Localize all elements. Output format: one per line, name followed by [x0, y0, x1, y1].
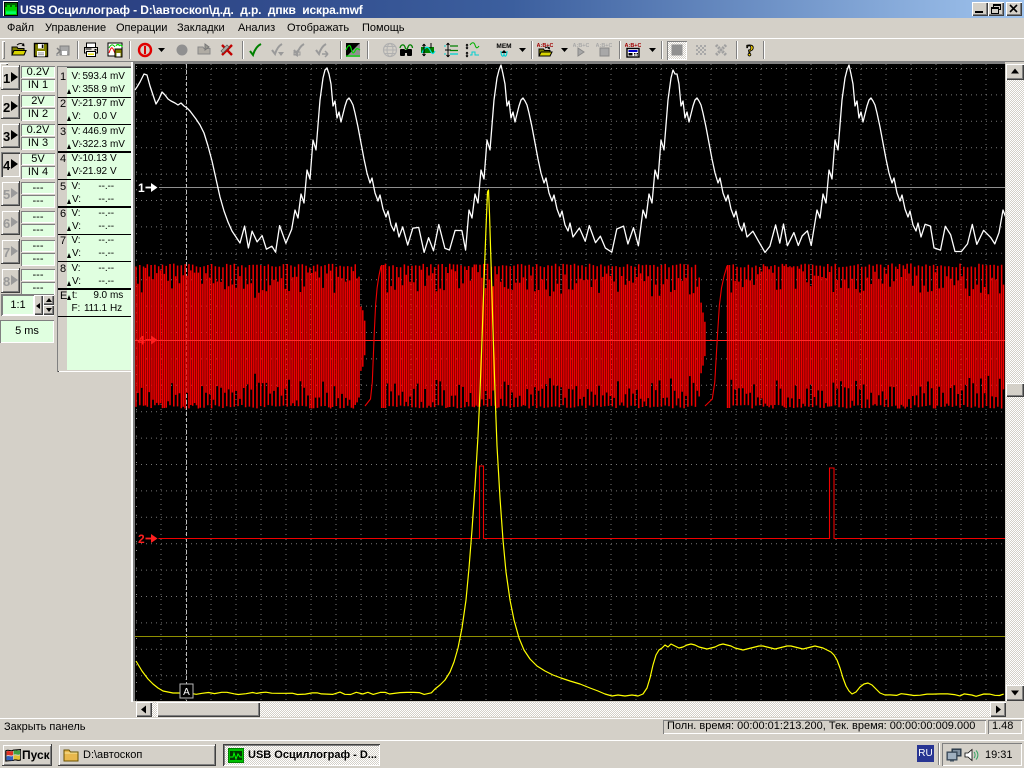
svg-text:MEM: MEM: [496, 43, 511, 50]
svg-text:A:B+C: A:B+C: [573, 43, 589, 49]
svg-text:A: A: [183, 687, 190, 698]
svg-text:A:B+C: A:B+C: [537, 43, 553, 49]
svg-text:4: 4: [138, 334, 145, 348]
svg-text:2: 2: [138, 532, 145, 546]
svg-text:?: ?: [746, 42, 755, 58]
svg-text:1: 1: [138, 181, 145, 195]
